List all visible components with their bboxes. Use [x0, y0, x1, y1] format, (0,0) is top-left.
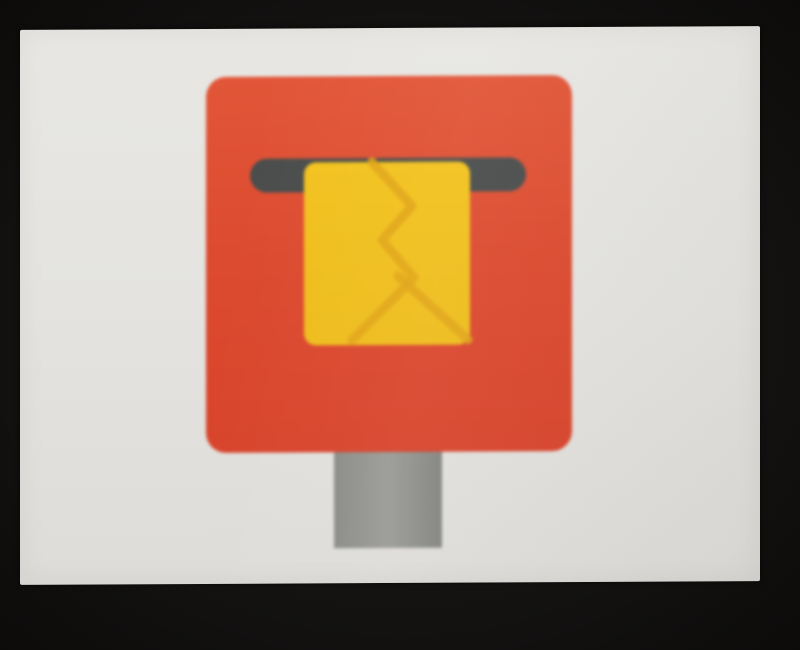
- photo-frame: [0, 0, 800, 650]
- display-screen: [20, 26, 760, 585]
- postbox-post: [334, 442, 442, 549]
- letter-icon: [304, 157, 473, 346]
- postbox-emoji: [20, 26, 760, 585]
